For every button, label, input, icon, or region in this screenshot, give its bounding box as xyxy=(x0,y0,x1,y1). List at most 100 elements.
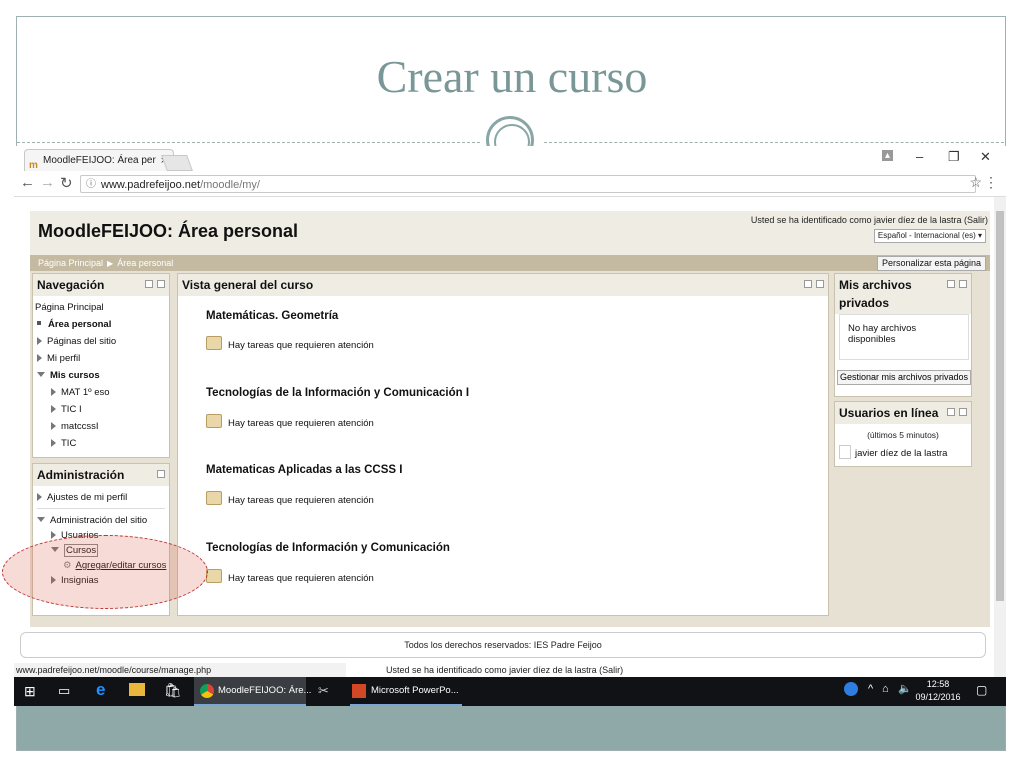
edge-browser-icon[interactable]: e xyxy=(96,680,105,700)
course-note[interactable]: Hay tareas que requieren atención xyxy=(206,491,374,506)
online-user-item[interactable]: javier díez de la lastra xyxy=(839,445,947,459)
course-note[interactable]: Hay tareas que requieren atención xyxy=(206,336,374,351)
course-title[interactable]: Tecnologías de la Información y Comunica… xyxy=(206,387,469,399)
page-header: MoodleFEIJOO: Área personal Usted se ha … xyxy=(30,211,990,255)
status-bar-url: www.padrefeijoo.net/moodle/course/manage… xyxy=(14,663,346,677)
taskbar-powerpoint-label: Microsoft PowerPo... xyxy=(371,685,459,696)
admin-divider xyxy=(37,508,165,509)
customize-page-button[interactable]: Personalizar esta página xyxy=(876,256,986,271)
collapse-icon[interactable] xyxy=(947,280,955,288)
reload-icon[interactable]: ↻ xyxy=(60,174,73,192)
manage-private-files-button[interactable]: Gestionar mis archivos privados xyxy=(837,370,972,385)
show-hidden-icons-icon[interactable]: ^ xyxy=(868,683,873,695)
expand-arrow-icon xyxy=(37,493,42,501)
dock-icon[interactable] xyxy=(959,408,967,416)
course-note[interactable]: Hay tareas que requieren atención xyxy=(206,569,374,584)
nav-home[interactable]: Página Principal xyxy=(35,302,104,313)
taskbar-chrome-label: MoodleFEIJOO: Áre... xyxy=(218,685,312,696)
page-scrollbar[interactable] xyxy=(994,197,1006,677)
breadcrumb-home[interactable]: Página Principal xyxy=(38,258,103,268)
back-arrow-icon[interactable]: ← xyxy=(20,174,35,191)
network-icon[interactable]: ⌂ xyxy=(882,683,889,695)
task-view-icon[interactable]: ▭ xyxy=(58,683,70,699)
notification-info-icon[interactable] xyxy=(844,682,858,696)
taskbar-chrome-button[interactable]: MoodleFEIJOO: Áre... xyxy=(194,677,311,706)
volume-icon[interactable]: 🔈 xyxy=(898,682,912,695)
bookmark-star-icon[interactable]: ☆ xyxy=(969,174,982,191)
nav-course-item[interactable]: matccssI xyxy=(51,421,98,432)
nav-course-label: MAT 1º eso xyxy=(61,387,110,398)
dock-icon[interactable] xyxy=(816,280,824,288)
windows-start-icon[interactable]: ⊞ xyxy=(24,683,36,700)
footer-copyright: Todos los derechos reservados: IES Padre… xyxy=(404,640,602,650)
nav-course-item[interactable]: TIC I xyxy=(51,404,82,415)
admin-profile-settings[interactable]: Ajustes de mi perfil xyxy=(37,492,127,503)
nav-site-pages[interactable]: Páginas del sitio xyxy=(37,336,116,347)
nav-profile[interactable]: Mi perfil xyxy=(37,353,80,364)
no-files-text: No hay archivos disponibles xyxy=(848,323,917,345)
expand-arrow-icon xyxy=(51,531,56,539)
administration-block-header: Administración xyxy=(33,464,169,486)
login-info[interactable]: Usted se ha identificado como javier díe… xyxy=(751,215,988,225)
new-tab-button[interactable] xyxy=(161,155,193,171)
url-path: /moodle/my/ xyxy=(200,179,260,191)
collapse-icon[interactable] xyxy=(947,408,955,416)
nav-my-home-label: Área personal xyxy=(48,319,112,330)
dock-icon[interactable] xyxy=(959,280,967,288)
course-note[interactable]: Hay tareas que requieren atención xyxy=(206,414,374,429)
forward-arrow-icon[interactable]: → xyxy=(40,174,55,191)
nav-my-home[interactable]: Área personal xyxy=(37,319,111,330)
close-window-icon[interactable]: ✕ xyxy=(980,149,991,165)
address-bar[interactable]: ⓘ www.padrefeijoo.net/moodle/my/ xyxy=(80,175,976,193)
restore-icon[interactable]: ❐ xyxy=(948,149,960,165)
collapse-icon[interactable] xyxy=(145,280,153,288)
language-select[interactable]: Español - Internacional (es) ▾ xyxy=(873,229,986,243)
tool-icon[interactable]: ✂ xyxy=(318,683,329,699)
taskbar-powerpoint-button[interactable]: Microsoft PowerPo... xyxy=(350,677,462,706)
action-center-icon[interactable]: ▢ xyxy=(976,683,987,697)
admin-site-administration[interactable]: Administración del sitio xyxy=(37,515,147,526)
private-files-header: Mis archivos privados xyxy=(835,274,971,314)
browser-tab[interactable]: m MoodleFEIJOO: Área per × xyxy=(24,149,174,171)
course-note-text: Hay tareas que requieren atención xyxy=(228,573,374,584)
course-overview-title: Vista general del curso xyxy=(182,278,314,292)
online-users-period: (últimos 5 minutos) xyxy=(867,430,939,440)
course-title[interactable]: Tecnologías de Información y Comunicació… xyxy=(206,542,450,554)
browser-menu-icon[interactable]: ⋮ xyxy=(984,174,998,191)
dock-icon[interactable] xyxy=(157,280,165,288)
assignment-icon xyxy=(206,491,222,505)
scrollbar-thumb[interactable] xyxy=(996,211,1004,601)
course-note-text: Hay tareas que requieren atención xyxy=(228,418,374,429)
windows-taskbar: ⊞ ▭ e 🛍 MoodleFEIJOO: Áre... ✂ Microsoft… xyxy=(14,677,1006,706)
minimize-icon[interactable]: – xyxy=(916,149,923,164)
avatar xyxy=(839,445,851,459)
clock-time[interactable]: 12:58 xyxy=(918,679,958,689)
online-users-title: Usuarios en línea xyxy=(839,406,939,420)
collapse-icon[interactable] xyxy=(157,470,165,478)
breadcrumb-current[interactable]: Área personal xyxy=(117,258,173,268)
nav-course-label: TIC I xyxy=(61,404,82,415)
navigation-block-header: Navegación xyxy=(33,274,169,296)
footer-login-info: Usted se ha identificado como javier díe… xyxy=(386,665,624,675)
nav-my-courses[interactable]: Mis cursos xyxy=(37,370,100,381)
expand-arrow-icon xyxy=(37,337,42,345)
nav-course-item[interactable]: MAT 1º eso xyxy=(51,387,110,398)
breadcrumb-bar: Página Principal ▶ Área personal Personali… xyxy=(30,255,990,271)
course-title[interactable]: Matematicas Aplicadas a las CCSS I xyxy=(206,464,402,476)
collapse-icon[interactable] xyxy=(804,280,812,288)
language-value: Español - Internacional (es) xyxy=(877,231,976,240)
breadcrumb: Página Principal ▶ Área personal xyxy=(38,258,173,268)
profile-icon[interactable]: ▴ xyxy=(882,150,894,161)
online-users-header: Usuarios en línea xyxy=(835,402,971,424)
store-icon[interactable]: 🛍 xyxy=(164,682,182,699)
page-footer: Todos los derechos reservados: IES Padre… xyxy=(20,632,986,658)
file-explorer-icon[interactable] xyxy=(129,683,145,696)
course-title[interactable]: Matemáticas. Geometría xyxy=(206,310,338,322)
expand-arrow-icon xyxy=(51,422,56,430)
nav-my-courses-label: Mis cursos xyxy=(50,370,100,381)
url-host: www.padrefeijoo.net xyxy=(101,179,201,191)
nav-course-item[interactable]: TIC xyxy=(51,438,76,449)
assignment-icon xyxy=(206,569,222,583)
clock-date[interactable]: 09/12/2016 xyxy=(912,692,964,702)
info-icon: ⓘ xyxy=(86,179,96,190)
